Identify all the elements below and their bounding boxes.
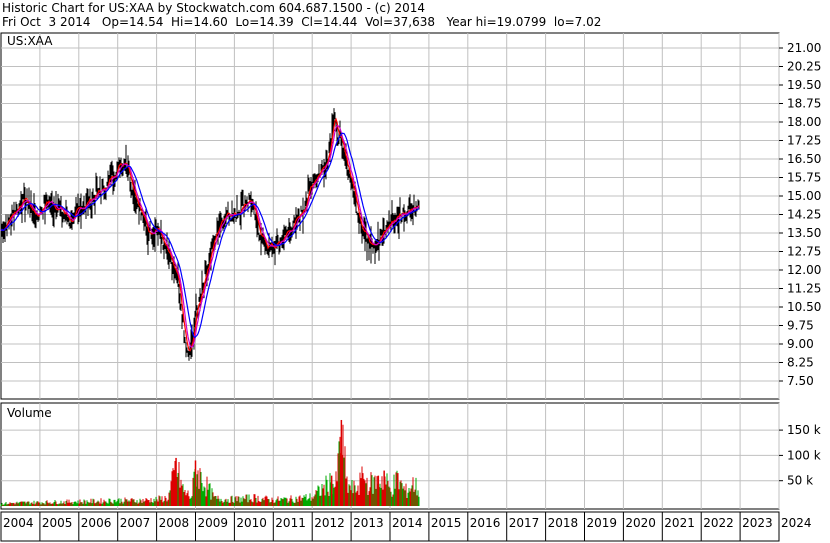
year-label: 2016: [470, 516, 501, 530]
price-tick-label: 17.25: [787, 134, 821, 148]
price-tick-label: 14.25: [787, 208, 821, 222]
year-label: 2014: [392, 516, 423, 530]
year-label: 2007: [120, 516, 151, 530]
price-tick-label: 12.00: [787, 263, 821, 277]
symbol-label: US:XAA: [7, 34, 53, 48]
year-label: 2008: [159, 516, 190, 530]
price-tick-label: 15.75: [787, 171, 821, 185]
price-tick-label: 20.25: [787, 60, 821, 74]
year-label: 2013: [353, 516, 384, 530]
price-tick-label: 8.25: [787, 356, 814, 370]
year-label: 2015: [431, 516, 462, 530]
price-tick-label: 11.25: [787, 282, 821, 296]
year-label: 2019: [587, 516, 618, 530]
year-label: 2020: [625, 516, 656, 530]
volume-tick-label: 150 k: [787, 423, 821, 437]
price-tick-label: 7.50: [787, 374, 814, 388]
price-tick-label: 21.00: [787, 41, 821, 55]
volume-tick-label: 50 k: [787, 474, 813, 488]
volume-axis: 150 k 100 k 50 k: [779, 423, 821, 488]
volume-label: Volume: [7, 406, 52, 420]
price-tick-label: 15.00: [787, 189, 821, 203]
price-tick-label: 16.50: [787, 152, 821, 166]
year-label: 2018: [548, 516, 579, 530]
year-label: 2021: [664, 516, 695, 530]
price-tick-label: 9.75: [787, 319, 814, 333]
year-label: 2006: [81, 516, 112, 530]
price-tick-label: 12.75: [787, 245, 821, 259]
price-axis: 21.00 20.25 19.50 18.75 18.00 17.25 16.50 15.75…: [779, 41, 821, 388]
year-axis: 2004 2005 2006 2007 2008 2009 2010 2011 2012 2013…: [3, 516, 812, 530]
year-label: 2017: [509, 516, 540, 530]
price-tick-label: 18.75: [787, 97, 821, 111]
price-tick-label: 9.00: [787, 337, 814, 351]
price-tick-label: 10.50: [787, 300, 821, 314]
price-tick-label: 13.50: [787, 226, 821, 240]
year-label: 2011: [275, 516, 306, 530]
year-label: 2004: [3, 516, 34, 530]
year-label: 2024: [781, 516, 812, 530]
year-label: 2023: [742, 516, 773, 530]
stock-chart: 21.00 20.25 19.50 18.75 18.00 17.25 16.50 15.75…: [0, 32, 821, 542]
price-tick-label: 18.00: [787, 115, 821, 129]
year-label: 2005: [42, 516, 73, 530]
price-tick-label: 19.50: [787, 78, 821, 92]
year-label: 2022: [703, 516, 734, 530]
volume-tick-label: 100 k: [787, 448, 821, 462]
year-label: 2009: [198, 516, 229, 530]
grid-lines: [1, 33, 780, 541]
year-label: 2010: [236, 516, 267, 530]
year-label: 2012: [314, 516, 345, 530]
